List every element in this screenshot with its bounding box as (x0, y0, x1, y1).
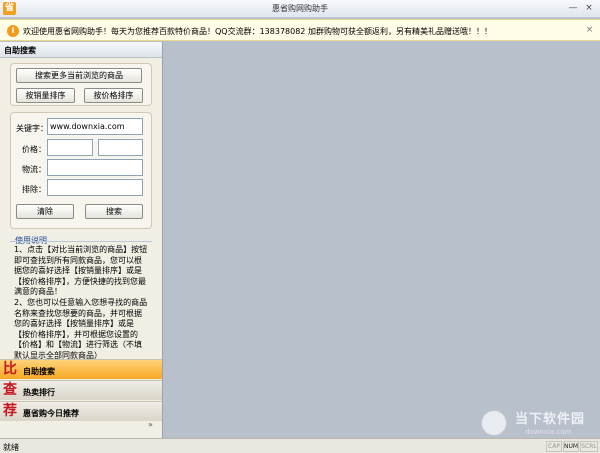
search-button[interactable]: 搜索 (85, 204, 143, 219)
nav-char-icon: 荐 (3, 403, 17, 419)
nav-self-search[interactable]: 比 自助搜索 (0, 359, 162, 379)
notice-close-button[interactable]: × (584, 25, 595, 36)
num-indicator: NUM (563, 441, 579, 452)
help-divider (10, 241, 152, 242)
title-bar: 省 惠省购网购助手 — × (0, 0, 600, 18)
nav-label: 热卖排行 (23, 388, 55, 397)
search-current-button[interactable]: 搜索更多当前浏览的商品 (16, 68, 142, 83)
sort-by-price-button[interactable]: 按价格排序 (84, 88, 143, 103)
price-min-input[interactable] (47, 139, 93, 156)
left-panel: 自助搜索 搜索更多当前浏览的商品 按销量排序 按价格排序 关键字： www.do… (0, 42, 163, 438)
minimize-button[interactable]: — (566, 2, 580, 15)
help-paragraph-2: 2、您也可以任意输入您想寻找的商品名称来查找您想要的商品，并可根据您的喜好选择【… (14, 298, 148, 360)
scrl-indicator: SCRL (580, 441, 598, 452)
price-label: 价格： (22, 145, 46, 154)
status-text: 就绪 (3, 443, 19, 452)
clear-button[interactable]: 清除 (16, 204, 74, 219)
logistics-label: 物流： (22, 165, 46, 174)
exclude-label: 排除： (22, 185, 46, 194)
info-icon: i (7, 25, 19, 37)
nav-char-icon: 查 (3, 382, 17, 398)
keyword-label: 关键字： (16, 124, 48, 133)
status-bar: 就绪 CAP NUM SCRL (0, 438, 600, 453)
nav-hot-ranking[interactable]: 查 热卖排行 (0, 380, 162, 400)
keyword-input[interactable]: www.downxia.com (47, 118, 143, 135)
cap-indicator: CAP (546, 441, 562, 452)
download-icon (481, 410, 507, 436)
help-paragraph-1: 1、点击【对比当前浏览的商品】按钮即可查找到所有同款商品，您可以根据您的喜好选择… (14, 245, 148, 296)
watermark: 当下软件园 downxia.com (481, 408, 598, 438)
nav-label: 自助搜索 (23, 367, 55, 376)
nav-today-recommend[interactable]: 荐 惠省购今日推荐 (0, 401, 162, 421)
nav-label: 惠省购今日推荐 (23, 409, 79, 418)
notice-bar: i 欢迎使用惠省网购助手！每天为您推荐百款特价商品！QQ交流群：13837808… (0, 19, 600, 41)
sort-by-sales-button[interactable]: 按销量排序 (16, 88, 75, 103)
close-button[interactable]: × (582, 2, 596, 15)
nav-char-icon: 比 (3, 361, 17, 377)
watermark-text: 当下软件园 (515, 412, 586, 427)
logistics-input[interactable] (47, 159, 143, 176)
price-max-input[interactable] (98, 139, 143, 156)
panel-header: 自助搜索 (0, 42, 162, 58)
window-title: 惠省购网购助手 (272, 4, 328, 13)
expand-chevron-icon[interactable]: » (148, 420, 153, 429)
exclude-input[interactable] (47, 179, 143, 196)
watermark-url: downxia.com (525, 428, 572, 436)
notice-text: 欢迎使用惠省网购助手！每天为您推荐百款特价商品！QQ交流群：138378082 … (23, 27, 492, 36)
